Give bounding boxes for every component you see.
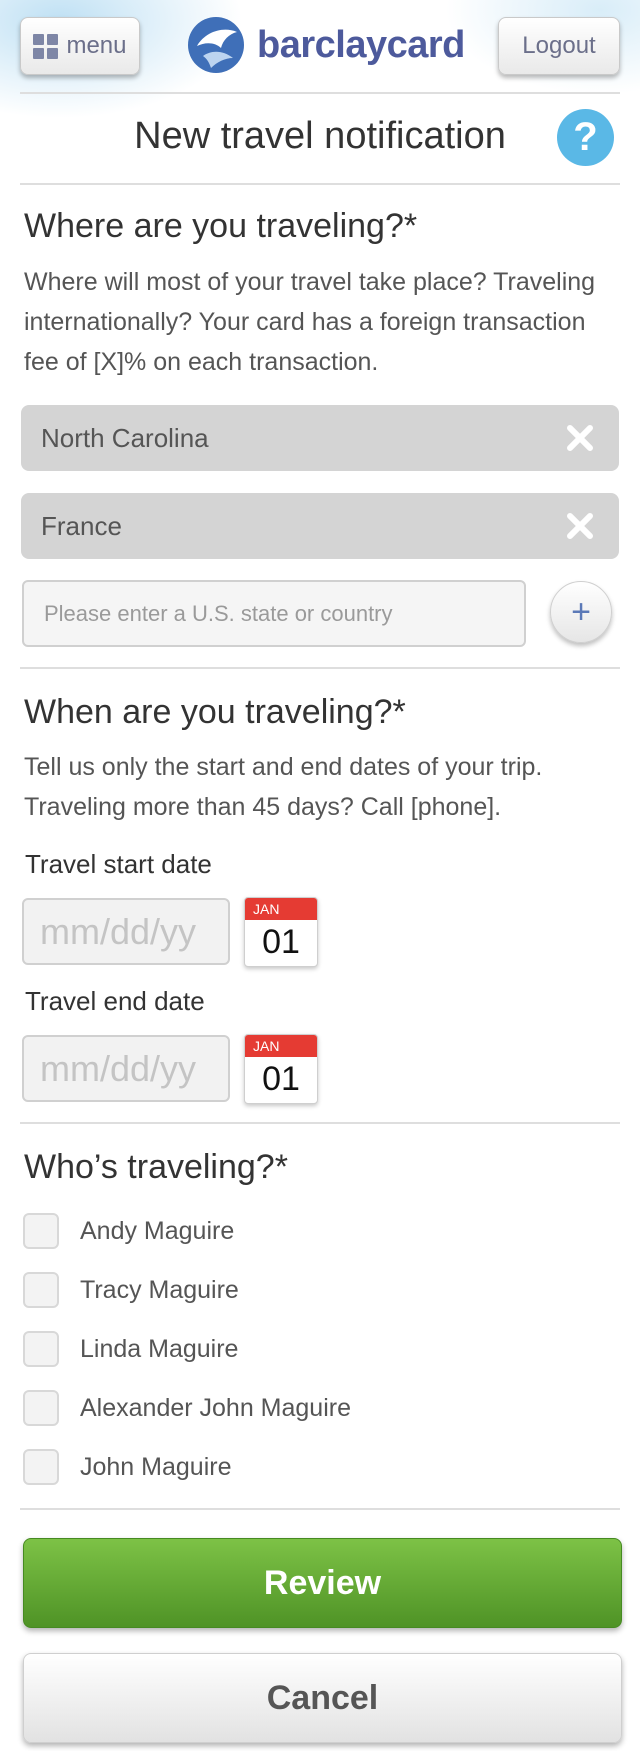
- when-section-description: Tell us only the start and end dates of …: [24, 753, 543, 821]
- location-chip: France: [21, 493, 619, 559]
- remove-location-icon[interactable]: [561, 419, 599, 457]
- location-search-input[interactable]: [22, 580, 526, 647]
- end-date-input[interactable]: [22, 1035, 230, 1102]
- traveler-checkbox-row[interactable]: John Maguire: [23, 1447, 231, 1487]
- remove-location-icon[interactable]: [561, 507, 599, 545]
- location-chip-label: North Carolina: [41, 422, 209, 453]
- start-date-label: Travel start date: [25, 849, 212, 879]
- divider: [20, 667, 620, 669]
- add-location-button[interactable]: +: [550, 581, 612, 643]
- calendar-day: 01: [262, 1060, 300, 1098]
- menu-label: menu: [66, 32, 127, 59]
- calendar-icon[interactable]: JAN 01: [244, 1034, 318, 1104]
- calendar-month: JAN: [245, 1035, 317, 1057]
- location-chip-label: France: [41, 510, 122, 541]
- eagle-logo-icon: [188, 17, 244, 73]
- traveler-name: Tracy Maguire: [80, 1275, 239, 1304]
- logo-text: barclaycard: [257, 23, 465, 66]
- traveler-name: John Maguire: [80, 1452, 232, 1481]
- traveler-checkbox[interactable]: [23, 1213, 59, 1249]
- start-date-input[interactable]: [22, 898, 230, 965]
- help-icon[interactable]: ?: [557, 109, 614, 166]
- traveler-checkbox[interactable]: [23, 1390, 59, 1426]
- calendar-month: JAN: [245, 898, 317, 920]
- traveler-name: Linda Maguire: [80, 1334, 239, 1363]
- traveler-checkbox-row[interactable]: Tracy Maguire: [23, 1270, 239, 1310]
- traveler-checkbox-row[interactable]: Andy Maguire: [23, 1211, 234, 1251]
- traveler-name: Alexander John Maguire: [80, 1393, 351, 1422]
- page-title: New travel notification: [134, 115, 506, 157]
- when-section-title: When are you traveling?*: [24, 693, 406, 731]
- traveler-checkbox-row[interactable]: Linda Maguire: [23, 1329, 238, 1369]
- calendar-icon[interactable]: JAN 01: [244, 897, 318, 967]
- traveler-name: Andy Maguire: [80, 1216, 235, 1245]
- traveler-checkbox-row[interactable]: Alexander John Maguire: [23, 1388, 351, 1428]
- divider: [20, 1508, 620, 1510]
- review-button[interactable]: Review: [23, 1538, 622, 1628]
- traveler-checkbox[interactable]: [23, 1449, 59, 1485]
- logout-button[interactable]: Logout: [498, 17, 620, 75]
- end-date-label: Travel end date: [25, 986, 205, 1016]
- cancel-button[interactable]: Cancel: [23, 1653, 622, 1743]
- menu-button[interactable]: menu: [20, 17, 140, 75]
- where-section-description: Where will most of your travel take plac…: [24, 268, 596, 376]
- location-chip: North Carolina: [21, 405, 619, 471]
- grid-icon: [33, 33, 59, 59]
- barclaycard-logo: barclaycard: [185, 14, 465, 76]
- divider: [20, 1122, 620, 1124]
- traveler-checkbox[interactable]: [23, 1272, 59, 1308]
- divider: [20, 92, 620, 94]
- where-section-title: Where are you traveling?*: [24, 207, 418, 245]
- divider: [20, 183, 620, 185]
- calendar-day: 01: [262, 923, 300, 961]
- who-section-title: Who’s traveling?*: [24, 1148, 288, 1186]
- traveler-checkbox[interactable]: [23, 1331, 59, 1367]
